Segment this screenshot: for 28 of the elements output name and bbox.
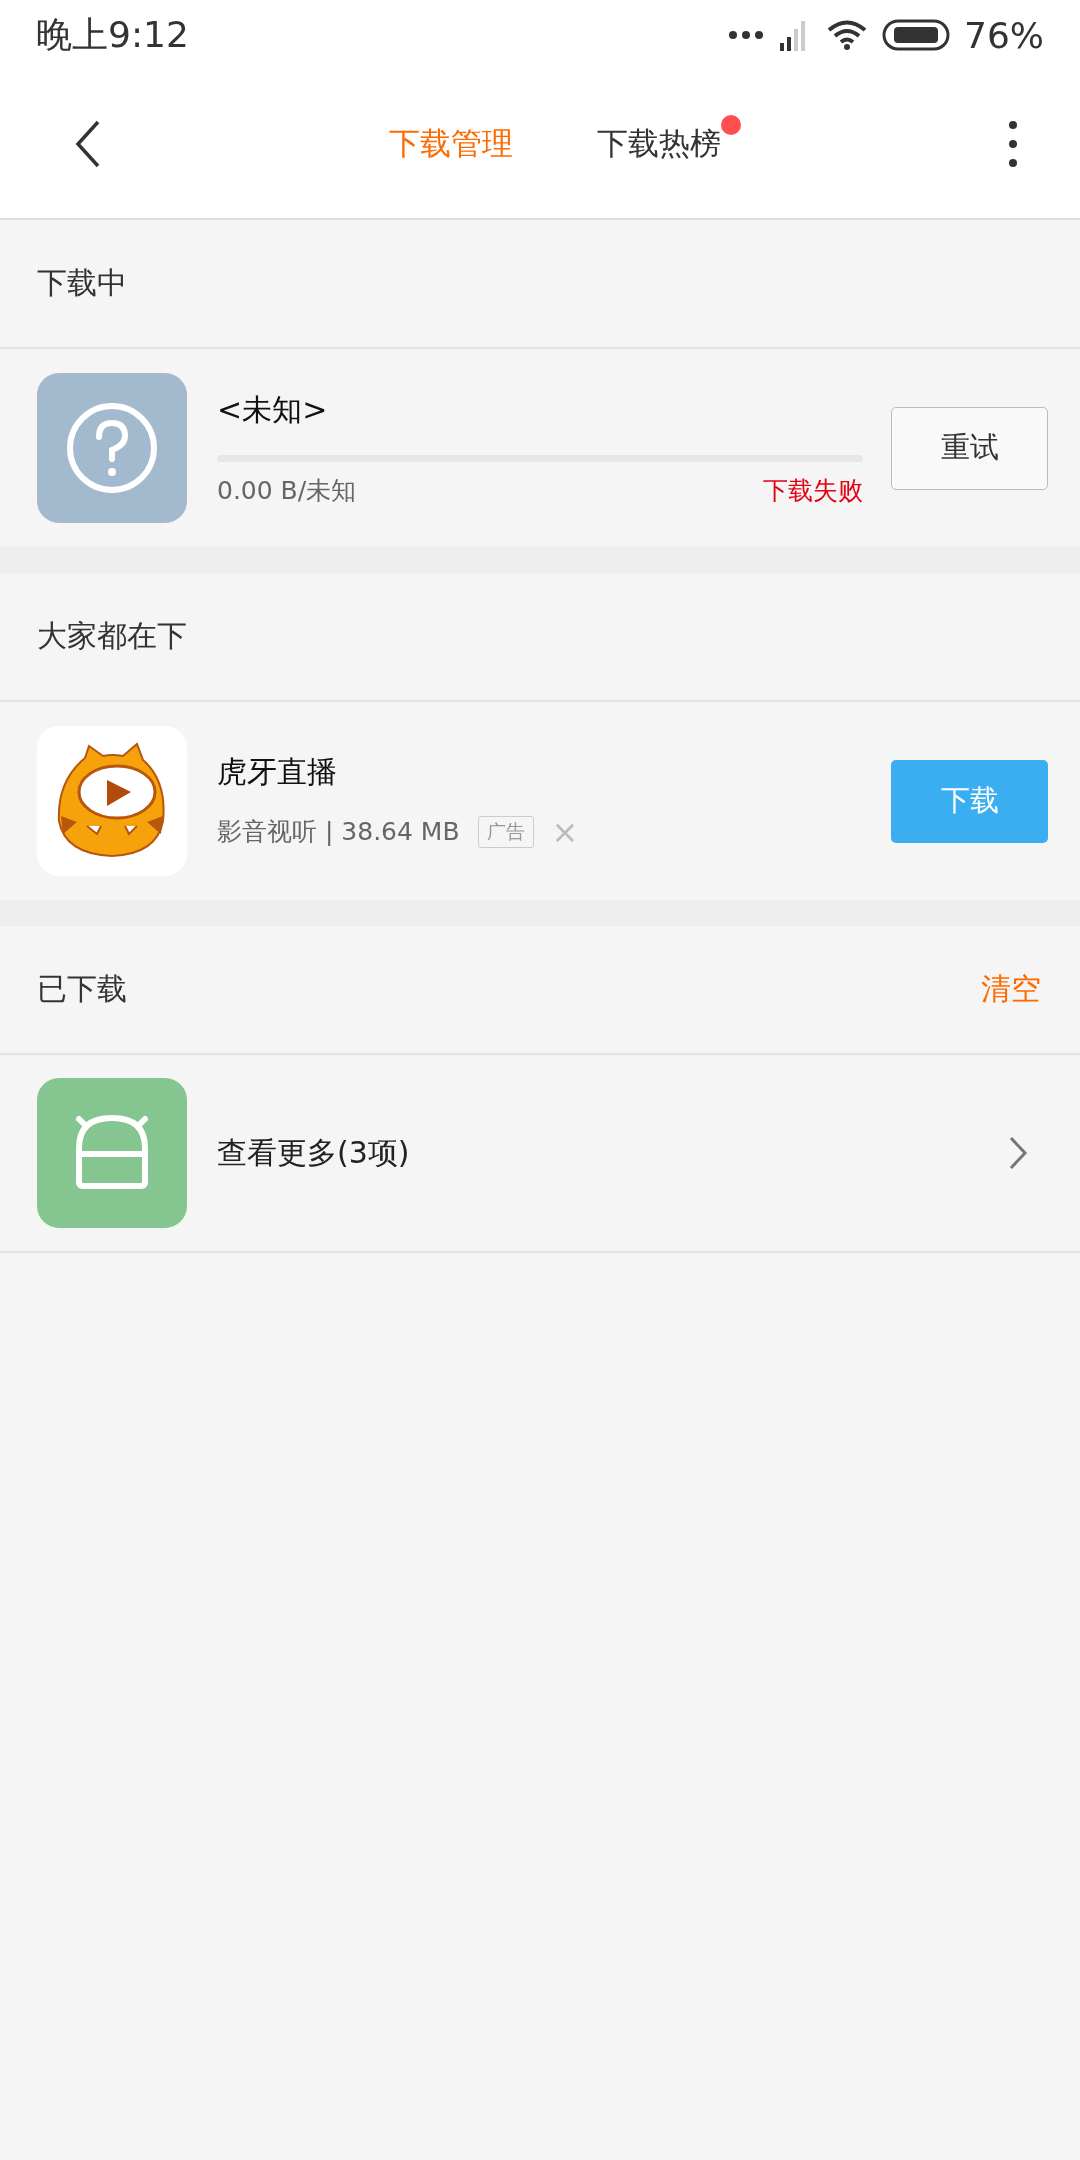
- view-more-row[interactable]: 查看更多(3项): [0, 1055, 1080, 1253]
- tab[interactable]: 下载管理: [389, 125, 513, 161]
- android-app-icon: [37, 1078, 187, 1228]
- more-icon[interactable]: [1008, 120, 1018, 168]
- download-button[interactable]: 下载: [891, 759, 1048, 843]
- unknown-app-icon: [37, 373, 187, 523]
- app-name: <未知>: [217, 390, 329, 429]
- status-time: 晚上9:12: [36, 12, 189, 57]
- wifi-icon: [826, 19, 868, 51]
- ad-tag: 广告: [477, 815, 534, 848]
- view-more-label: 查看更多(3项): [217, 1133, 411, 1172]
- back-icon[interactable]: [74, 120, 102, 168]
- retry-button[interactable]: 重试: [891, 406, 1048, 490]
- close-button[interactable]: ×: [551, 812, 579, 851]
- dots-icon: [728, 30, 764, 40]
- section-title: 下载中: [37, 264, 127, 302]
- tab[interactable]: 下载热榜: [597, 125, 721, 161]
- download-size: 0.00 B/未知: [217, 474, 357, 507]
- battery-icon: [882, 19, 950, 51]
- battery-percent: 76%: [964, 14, 1044, 56]
- clear-link[interactable]: 清空: [981, 969, 1041, 1010]
- section-title: 已下载: [37, 970, 127, 1008]
- section-title: 大家都在下: [37, 617, 187, 655]
- app-name: 虎牙直播: [217, 752, 338, 791]
- app-info: 影音视听 | 38.64 MB: [217, 816, 460, 848]
- download-status: 下载失败: [763, 474, 863, 507]
- tiger-app-icon: [37, 726, 187, 876]
- chevron-right-icon: [1008, 1136, 1028, 1170]
